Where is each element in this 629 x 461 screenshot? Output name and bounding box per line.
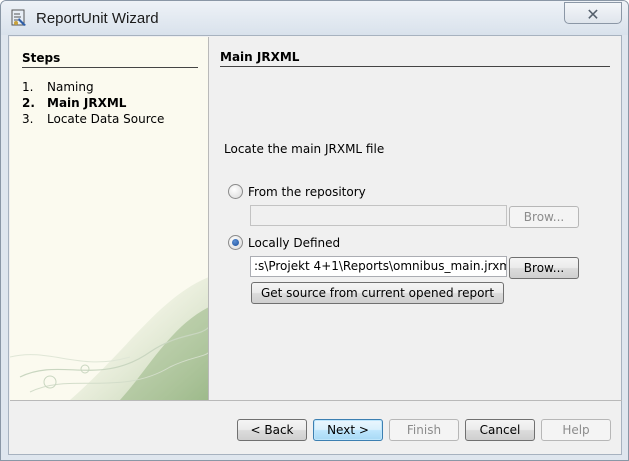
decorative-swirl-graphic — [10, 277, 208, 400]
step-label: Locate Data Source — [47, 112, 165, 126]
get-source-from-opened-report-button[interactable]: Get source from current opened report — [251, 282, 504, 304]
steps-panel: Steps 1. Naming 2. Main JRXML 3. Locate Dat… — [10, 37, 209, 400]
help-button: Help — [541, 419, 611, 441]
cancel-button[interactable]: Cancel — [465, 419, 535, 441]
finish-button: Finish — [389, 419, 459, 441]
window-title: ReportUnit Wizard — [36, 10, 159, 27]
step-label: Main JRXML — [47, 96, 127, 110]
instruction-text: Locate the main JRXML file — [224, 142, 385, 156]
next-button[interactable]: Next > — [313, 419, 383, 441]
step-locate-data-source: 3. Locate Data Source — [22, 112, 164, 126]
step-number: 1. — [22, 80, 34, 94]
browse-local-button[interactable]: Brow... — [509, 257, 579, 279]
local-radio-label: Locally Defined — [248, 235, 341, 250]
wizard-window: ReportUnit Wizard ✕ Steps 1. Naming 2. Mai… — [0, 0, 629, 461]
local-file-path-field[interactable]: :s\Projekt 4+1\Reports\omnibus_main.jrxm… — [250, 256, 507, 277]
repository-radio-label: From the repository — [248, 184, 366, 199]
step-naming: 1. Naming — [22, 80, 94, 94]
repository-radio[interactable] — [228, 184, 243, 199]
step-main-jrxml: 2. Main JRXML — [22, 96, 126, 110]
title-bar: ReportUnit Wizard ✕ — [1, 1, 628, 35]
local-radio[interactable] — [228, 235, 243, 250]
close-icon: ✕ — [586, 5, 600, 24]
divider — [10, 400, 622, 401]
steps-header: Steps — [22, 51, 61, 65]
back-button[interactable]: < Back — [237, 419, 307, 441]
divider — [22, 67, 198, 68]
main-panel-title: Main JRXML — [220, 50, 300, 64]
step-label: Naming — [47, 80, 94, 94]
close-button[interactable]: ✕ — [564, 2, 622, 24]
wizard-client-area: Steps 1. Naming 2. Main JRXML 3. Locate Dat… — [8, 35, 622, 455]
report-wizard-icon — [11, 9, 26, 26]
step-number: 2. — [22, 96, 35, 110]
browse-repository-button: Brow... — [509, 206, 579, 228]
repository-uri-field — [250, 205, 507, 226]
local-radio-option[interactable]: Locally Defined — [228, 235, 340, 250]
step-number: 3. — [22, 112, 34, 126]
repository-radio-option[interactable]: From the repository — [228, 184, 366, 199]
divider — [220, 66, 610, 67]
